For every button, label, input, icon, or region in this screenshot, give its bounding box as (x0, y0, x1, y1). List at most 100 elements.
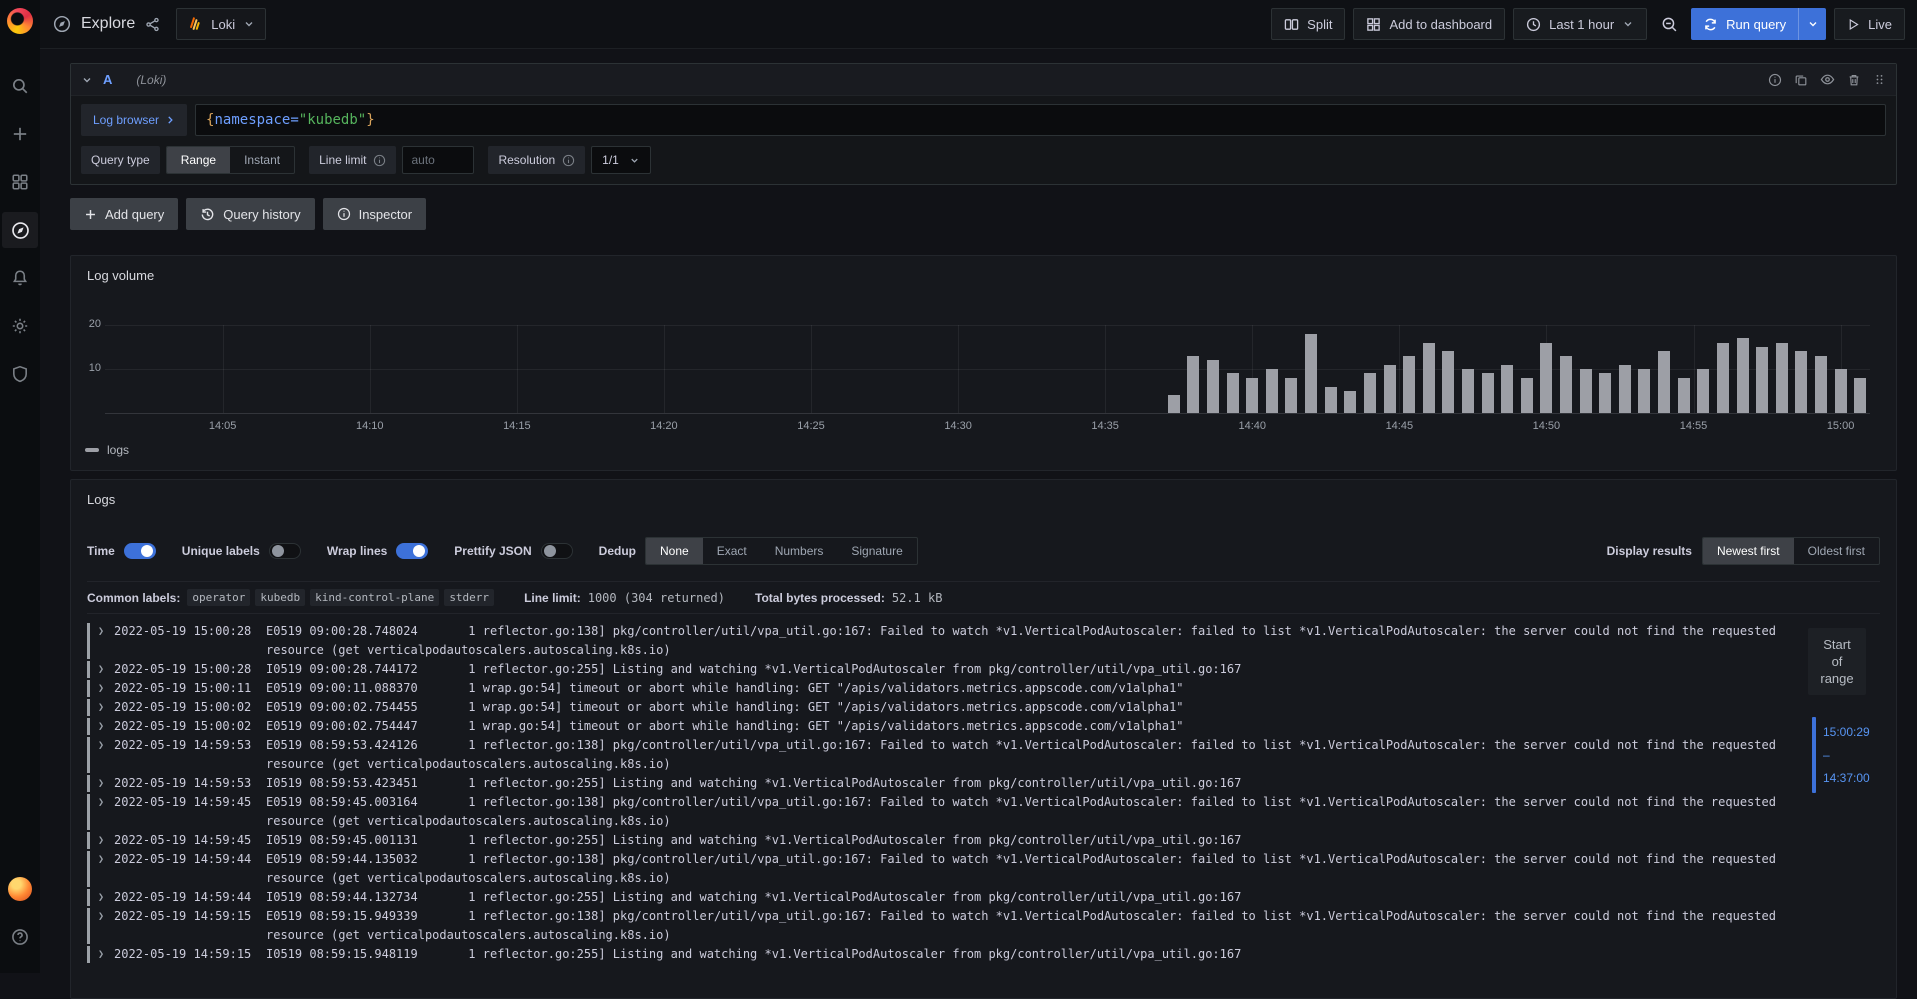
total-bytes-item: Total bytes processed: 52.1 kB (755, 591, 942, 605)
log-level-bar (87, 908, 90, 944)
user-avatar[interactable] (2, 871, 38, 907)
query-history-button[interactable]: Query history (186, 198, 314, 230)
log-row[interactable]: ❯2022-05-19 15:00:02E0519 09:00:02.75445… (87, 698, 1785, 717)
chart-legend: logs (71, 435, 1896, 457)
live-button[interactable]: Live (1834, 8, 1905, 40)
volume-bar (1580, 369, 1592, 413)
share-icon[interactable] (145, 17, 160, 32)
log-row[interactable]: ❯2022-05-19 15:00:28I0519 09:00:28.74417… (87, 660, 1785, 679)
log-volume-chart: 102014:0514:1014:1514:2014:2514:3014:351… (83, 285, 1884, 435)
log-row[interactable]: ❯2022-05-19 14:59:53E0519 08:59:53.42412… (87, 736, 1785, 774)
split-button[interactable]: Split (1271, 8, 1345, 40)
query-type-option-range[interactable]: Range (167, 147, 230, 173)
volume-bar (1835, 369, 1847, 413)
query-help-icon[interactable] (1768, 73, 1782, 87)
remove-query-trash-icon[interactable] (1847, 73, 1861, 87)
log-row[interactable]: ❯2022-05-19 14:59:53I0519 08:59:53.42345… (87, 774, 1785, 793)
volume-bar (1501, 365, 1513, 413)
live-label: Live (1868, 17, 1892, 32)
line-limit-input[interactable] (402, 146, 474, 174)
alerting-bell-icon[interactable] (2, 260, 38, 296)
toggle-group-wrap-lines: Wrap lines (327, 543, 428, 559)
expand-row-icon[interactable]: ❯ (98, 831, 114, 850)
gridline-x (1105, 325, 1106, 413)
volume-bar (1462, 369, 1474, 413)
help-icon[interactable] (2, 919, 38, 955)
run-query-button[interactable]: Run query (1691, 8, 1826, 40)
dedup-option-numbers[interactable]: Numbers (761, 538, 838, 564)
disable-query-eye-icon[interactable] (1820, 72, 1835, 87)
query-row-header[interactable]: A (Loki) (71, 64, 1896, 96)
log-row[interactable]: ❯2022-05-19 14:59:45E0519 08:59:45.00316… (87, 793, 1785, 831)
volume-bar (1638, 369, 1650, 413)
log-row[interactable]: ❯2022-05-19 14:59:45I0519 08:59:45.00113… (87, 831, 1785, 850)
toggle-label-time: Time (87, 544, 115, 558)
dedup-option-signature[interactable]: Signature (837, 538, 916, 564)
drag-handle-icon[interactable] (1873, 73, 1886, 86)
expand-row-icon[interactable]: ❯ (98, 660, 114, 679)
expand-row-icon[interactable]: ❯ (98, 622, 114, 660)
volume-bar (1678, 378, 1690, 413)
volume-bar (1521, 378, 1533, 413)
expand-row-icon[interactable]: ❯ (98, 888, 114, 907)
collapse-chevron-icon[interactable] (81, 74, 93, 86)
expand-row-icon[interactable]: ❯ (98, 774, 114, 793)
grafana-logo[interactable] (7, 8, 33, 34)
time-range-picker[interactable]: Last 1 hour (1513, 8, 1647, 40)
display-results-option-oldest-first[interactable]: Oldest first (1794, 538, 1879, 564)
range-indicator[interactable]: 15:00:29 – 14:37:00 (1812, 717, 1870, 793)
search-menu-icon[interactable] (2, 68, 38, 104)
logql-query-input[interactable]: {namespace="kubedb"} (195, 104, 1886, 136)
toggle-time[interactable] (124, 543, 156, 559)
log-row[interactable]: ❯2022-05-19 15:00:28E0519 09:00:28.74802… (87, 622, 1785, 660)
log-level-bar (87, 889, 90, 906)
admin-shield-icon[interactable] (2, 356, 38, 392)
create-plus-icon[interactable] (2, 116, 38, 152)
configuration-gear-icon[interactable] (2, 308, 38, 344)
legend-series-label[interactable]: logs (107, 443, 129, 457)
query-token: "kubedb" (299, 112, 366, 128)
expand-row-icon[interactable]: ❯ (98, 698, 114, 717)
volume-bar (1344, 391, 1356, 413)
expand-row-icon[interactable]: ❯ (98, 717, 114, 736)
log-timestamp: 2022-05-19 14:59:15 (114, 907, 266, 945)
dashboards-icon[interactable] (2, 164, 38, 200)
expand-row-icon[interactable]: ❯ (98, 850, 114, 888)
log-volume-panel: Log volume 102014:0514:1014:1514:2014:25… (70, 255, 1897, 471)
toggle-wrap-lines[interactable] (396, 543, 428, 559)
toggle-prettify-json[interactable] (541, 543, 573, 559)
log-rows: ❯2022-05-19 15:00:28E0519 09:00:28.74802… (87, 622, 1785, 964)
add-query-button[interactable]: Add query (70, 198, 178, 230)
dedup-option-exact[interactable]: Exact (703, 538, 761, 564)
log-timestamp: 2022-05-19 15:00:02 (114, 717, 266, 736)
x-axis-tick-label: 14:50 (1524, 420, 1568, 432)
log-row[interactable]: ❯2022-05-19 15:00:02E0519 09:00:02.75444… (87, 717, 1785, 736)
duplicate-query-icon[interactable] (1794, 73, 1808, 87)
add-to-dashboard-button[interactable]: Add to dashboard (1353, 8, 1505, 40)
expand-row-icon[interactable]: ❯ (98, 945, 114, 964)
log-row[interactable]: ❯2022-05-19 15:00:11E0519 09:00:11.08837… (87, 679, 1785, 698)
expand-row-icon[interactable]: ❯ (98, 679, 114, 698)
run-query-dropdown[interactable] (1798, 8, 1826, 40)
expand-row-icon[interactable]: ❯ (98, 736, 114, 774)
dedup-option-none[interactable]: None (646, 538, 703, 564)
toggle-label-unique-labels: Unique labels (182, 544, 260, 558)
datasource-picker[interactable]: Loki (176, 8, 266, 40)
log-row[interactable]: ❯2022-05-19 14:59:15I0519 08:59:15.94811… (87, 945, 1785, 964)
log-row[interactable]: ❯2022-05-19 14:59:15E0519 08:59:15.94933… (87, 907, 1785, 945)
display-results-option-newest-first[interactable]: Newest first (1703, 538, 1794, 564)
explore-compass-icon[interactable] (2, 212, 38, 248)
inspector-button[interactable]: Inspector (323, 198, 426, 230)
nav-sidebar (0, 0, 40, 973)
expand-row-icon[interactable]: ❯ (98, 793, 114, 831)
log-row[interactable]: ❯2022-05-19 14:59:44I0519 08:59:44.13273… (87, 888, 1785, 907)
resolution-select[interactable]: 1/1 (591, 146, 651, 174)
toggle-unique-labels[interactable] (269, 543, 301, 559)
start-of-range-button[interactable]: Startofrange (1808, 628, 1866, 695)
zoom-out-time-icon[interactable] (1655, 8, 1683, 40)
log-row[interactable]: ❯2022-05-19 14:59:44E0519 08:59:44.13503… (87, 850, 1785, 888)
query-type-option-instant[interactable]: Instant (230, 147, 294, 173)
expand-row-icon[interactable]: ❯ (98, 907, 114, 945)
log-browser-button[interactable]: Log browser (81, 104, 187, 136)
run-query-main[interactable]: Run query (1691, 17, 1798, 32)
